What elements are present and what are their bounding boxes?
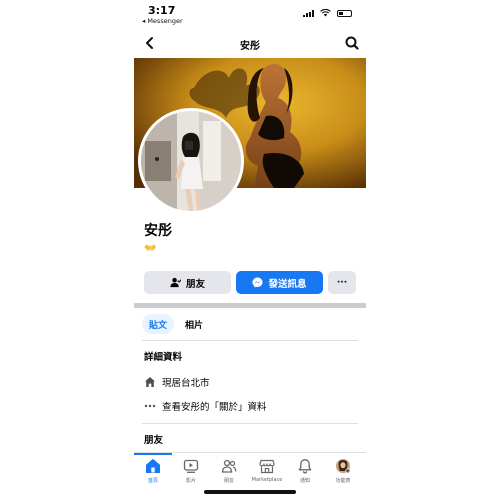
location-row: 現居台北市	[144, 375, 210, 389]
phone-screen: 3:17 ◂ Messenger 安彤 安彤 👐 朋友 發送訊息 ··· 貼文 …	[134, 0, 366, 500]
back-to-messenger-link[interactable]: ◂ Messenger	[142, 17, 183, 25]
more-horizontal-icon	[144, 400, 156, 412]
section-divider	[134, 303, 366, 308]
profile-bio-emoji: 👐	[144, 243, 157, 254]
more-options-button[interactable]: ···	[328, 271, 356, 294]
about-link-text: 查看安彤的「關於」資料	[162, 402, 267, 413]
send-message-button[interactable]: 發送訊息	[236, 271, 323, 294]
divider-line	[142, 423, 358, 424]
friends-icon	[221, 459, 237, 473]
battery-icon	[337, 9, 352, 17]
profile-nav-bar: 安彤	[134, 32, 366, 56]
tab-home[interactable]: 首頁	[134, 458, 172, 484]
more-icon: ···	[336, 277, 348, 288]
tab-menu-label: 功能表	[335, 478, 351, 484]
wifi-icon	[320, 9, 331, 17]
location-text: 現居台北市	[162, 378, 210, 389]
person-check-icon	[170, 277, 181, 288]
tab-notifications-label: 通知	[299, 478, 310, 484]
friends-heading: 朋友	[144, 435, 164, 446]
home-icon	[146, 459, 160, 473]
tab-video-label: 影片	[185, 478, 196, 484]
send-message-label: 發送訊息	[268, 278, 307, 290]
tab-video[interactable]: 影片	[172, 458, 210, 484]
friends-button-label: 朋友	[185, 278, 205, 290]
menu-avatar-icon	[336, 459, 351, 474]
tab-posts[interactable]: 貼文	[142, 314, 174, 334]
profile-name: 安彤	[144, 223, 172, 239]
home-icon	[144, 376, 156, 388]
tab-marketplace[interactable]: Marketplace	[248, 458, 286, 483]
friends-button[interactable]: 朋友	[144, 271, 231, 294]
tab-notifications[interactable]: 通知	[286, 458, 324, 484]
status-icons	[303, 9, 352, 17]
home-indicator	[204, 490, 296, 494]
status-time: 3:17	[148, 4, 176, 17]
status-bar: 3:17 ◂ Messenger	[134, 0, 366, 30]
bell-icon	[298, 459, 312, 474]
active-tab-indicator	[134, 453, 172, 455]
tab-home-label: 首頁	[147, 478, 158, 484]
details-heading: 詳細資料	[144, 352, 183, 363]
divider-line	[142, 340, 358, 341]
page-title: 安彤	[240, 41, 260, 52]
profile-avatar[interactable]	[138, 108, 244, 214]
video-icon	[183, 459, 199, 473]
tab-friends-label: 朋友	[223, 478, 234, 484]
tab-marketplace-label: Marketplace	[251, 477, 283, 483]
tab-photos[interactable]: 相片	[178, 314, 210, 334]
tab-menu[interactable]: 功能表	[324, 458, 362, 484]
messenger-icon	[252, 277, 264, 288]
signal-icon	[303, 9, 314, 17]
tab-friends[interactable]: 朋友	[210, 458, 248, 484]
marketplace-icon	[259, 459, 275, 474]
search-icon[interactable]	[344, 34, 360, 52]
about-row[interactable]: 查看安彤的「關於」資料	[144, 399, 267, 413]
